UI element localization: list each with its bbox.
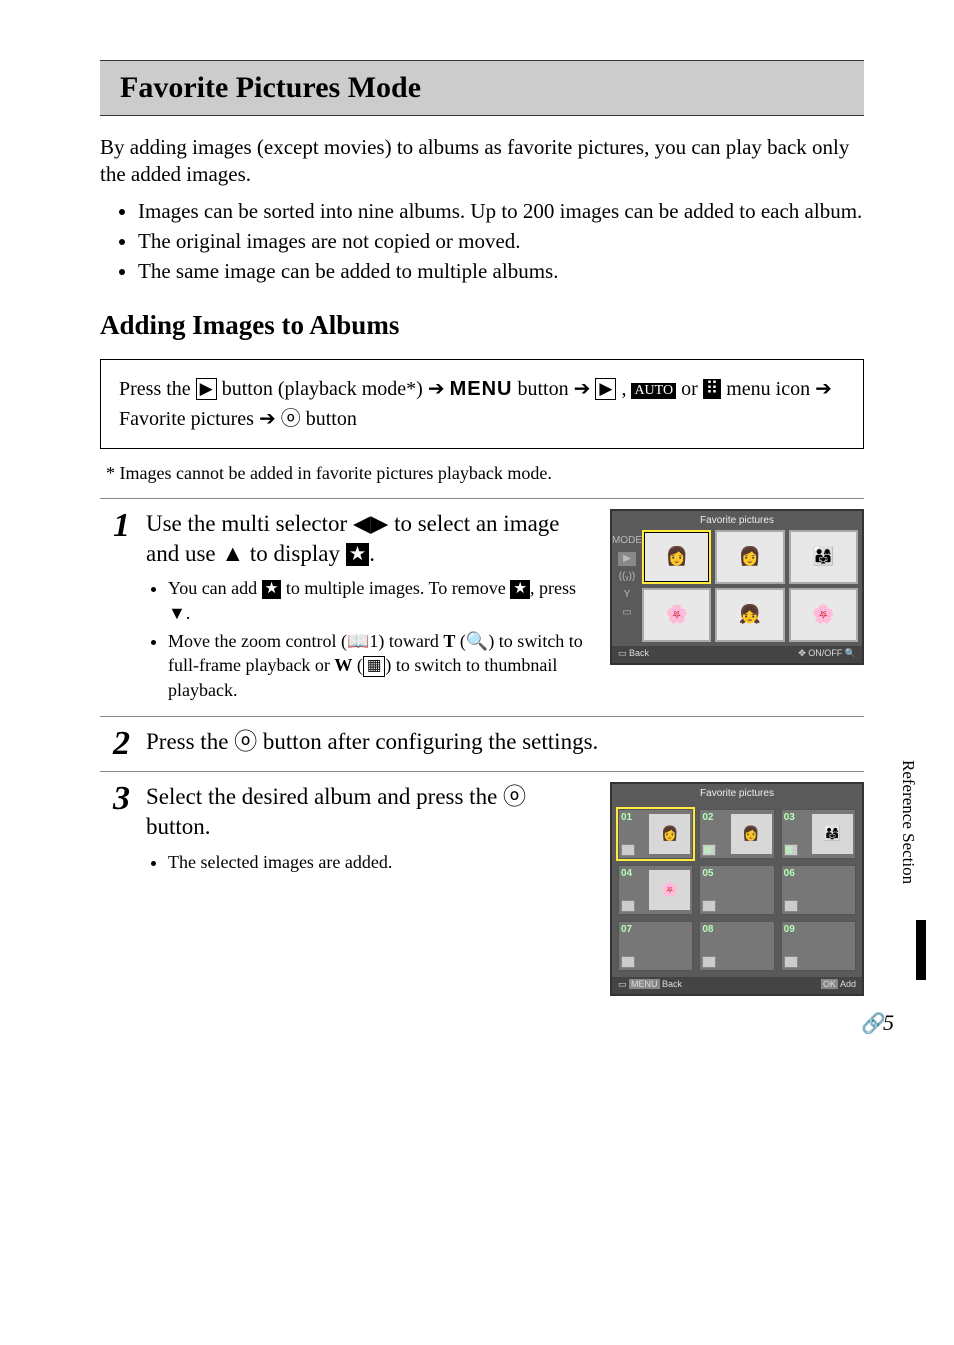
zoom-icon: 🔍 — [845, 648, 856, 658]
nav-text: Favorite pictures — [119, 408, 259, 430]
calendar-mode-icon: ⠿ — [703, 379, 721, 399]
ok-button-icon: ⓞ — [234, 727, 257, 757]
back-label: Back — [662, 979, 682, 989]
step-number: 1 — [100, 509, 130, 543]
album-cell: 04🌸 — [618, 865, 693, 915]
step-1: 1 Use the multi selector ◀▶ to select an… — [100, 509, 864, 706]
up-icon: ▲ — [221, 539, 244, 569]
screen-side-icons: MODE ▶ ((ᵧ)) Y ▭ — [612, 530, 642, 646]
screen-title: Favorite pictures — [612, 784, 862, 803]
nav-text: button — [306, 408, 357, 430]
page-ref-icon: 📖 — [347, 629, 369, 653]
arrow-right-icon: ➔ — [815, 374, 832, 404]
step-number: 3 — [100, 782, 130, 816]
nav-text: Press the — [119, 378, 196, 400]
footnote: * Images cannot be added in favorite pic… — [106, 463, 864, 484]
section-tab: Reference Section — [898, 760, 918, 884]
nav-text: menu icon — [726, 378, 815, 400]
bullet: The same image can be added to multiple … — [138, 257, 864, 285]
album-cell: 03⊠👨‍👩‍👧 — [781, 809, 856, 859]
auto-mode-icon: AUTO — [631, 383, 676, 400]
step-bullet: The selected images are added. — [168, 850, 594, 874]
camera-screen-select-image: Favorite pictures MODE ▶ ((ᵧ)) Y ▭ 👩 👩 👨… — [610, 509, 864, 665]
tele-icon: T — [443, 631, 455, 651]
wide-icon: W — [334, 655, 352, 675]
nav-text: , — [621, 378, 631, 400]
bullet: The original images are not copied or mo… — [138, 227, 864, 255]
page-number: 🔗5 — [861, 1010, 894, 1036]
step-title: Select the desired album and press the ⓞ… — [146, 782, 594, 842]
album-cell: 07 — [618, 921, 693, 971]
intro-bullets: Images can be sorted into nine albums. U… — [100, 197, 864, 286]
nav-text: or — [681, 378, 703, 400]
album-cell: 09 — [781, 921, 856, 971]
thumbnail: 👨‍👩‍👧 — [789, 530, 858, 584]
step-number: 2 — [100, 727, 130, 761]
arrow-right-icon: ➔ — [428, 374, 445, 404]
ok-button-icon: ⓞ — [281, 404, 301, 434]
thumbnail: 👩 — [715, 530, 784, 584]
thumbnail: 👩 — [642, 530, 711, 584]
setup-icon: Y — [618, 588, 636, 602]
onoff-label: ON/OFF — [808, 648, 842, 658]
intro-text: By adding images (except movies) to albu… — [100, 134, 864, 189]
step-3: 3 Select the desired album and press the… — [100, 782, 864, 996]
zoom-in-icon: 🔍 — [466, 629, 488, 653]
add-label: Add — [840, 979, 856, 989]
bullet: Images can be sorted into nine albums. U… — [138, 197, 864, 225]
step-title: Press the ⓞ button after configuring the… — [146, 727, 864, 757]
down-icon: ▼ — [168, 601, 186, 625]
ok-icon: OK — [821, 979, 838, 989]
mode-icon: MODE — [618, 534, 636, 548]
section-tab-marker — [916, 920, 926, 980]
screen-title: Favorite pictures — [612, 511, 862, 530]
menu-icon: MENU — [629, 979, 660, 989]
album-cell: 06 — [781, 865, 856, 915]
battery-icon: ▭ — [618, 979, 627, 989]
album-cell: 05 — [699, 865, 774, 915]
menu-icon: ▭ — [618, 648, 627, 658]
playback-icon: ▶ — [196, 378, 217, 400]
camera-screen-select-album: Favorite pictures 01👩 02⊠👩 03⊠👨‍👩‍👧 04🌸 … — [610, 782, 864, 996]
step-title: Use the multi selector ◀▶ to select an i… — [146, 509, 594, 569]
thumbnail: 🌸 — [642, 588, 711, 642]
left-right-icon: ◀▶ — [353, 509, 388, 539]
page-title: Favorite Pictures Mode — [120, 71, 844, 105]
step-bullet: You can add ★ to multiple images. To rem… — [168, 576, 594, 625]
thumbnail: 🌸 — [789, 588, 858, 642]
favorite-star-icon: ★ — [346, 543, 370, 566]
nav-text: button (playback mode*) — [222, 378, 428, 400]
battery-icon: ▭ — [618, 606, 636, 620]
thumbnail-icon: ▦ — [363, 656, 385, 676]
album-cell: 08 — [699, 921, 774, 971]
album-cell: 02⊠👩 — [699, 809, 774, 859]
thumbnail: 👧 — [715, 588, 784, 642]
subheading: Adding Images to Albums — [100, 310, 864, 341]
back-label: Back — [629, 648, 649, 658]
playback-icon: ▶ — [618, 552, 636, 566]
playback-icon: ▶ — [595, 378, 616, 400]
step-bullet: Move the zoom control (📖1) toward T (🔍) … — [168, 629, 594, 702]
arrow-right-icon: ➔ — [574, 374, 591, 404]
ok-button-icon: ⓞ — [503, 782, 526, 812]
favorite-star-icon: ★ — [510, 580, 530, 598]
favorite-star-icon: ★ — [262, 580, 282, 598]
title-banner: Favorite Pictures Mode — [100, 60, 864, 116]
nav-text: button — [517, 378, 573, 400]
navigation-box: Press the ▶ button (playback mode*) ➔ ME… — [100, 359, 864, 449]
dpad-icon: ✥ — [798, 648, 806, 658]
arrow-right-icon: ➔ — [259, 404, 276, 434]
wifi-icon: ((ᵧ)) — [618, 570, 636, 584]
album-cell: 01👩 — [618, 809, 693, 859]
step-2: 2 Press the ⓞ button after configuring t… — [100, 727, 864, 761]
menu-button-label: MENU — [450, 378, 513, 400]
section-icon: 🔗 — [861, 1013, 883, 1035]
